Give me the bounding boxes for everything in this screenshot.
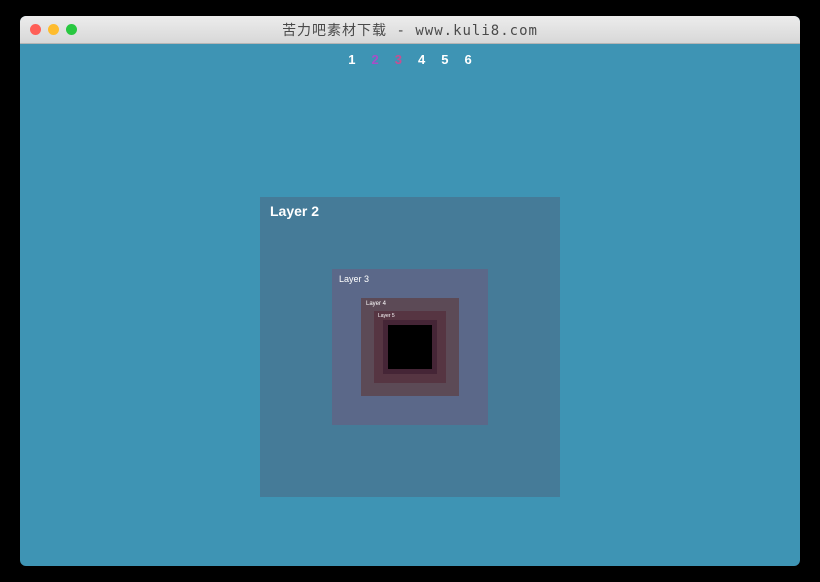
- nav-item-3[interactable]: 3: [395, 52, 402, 67]
- layer-5-label: Layer 5: [378, 313, 395, 319]
- layer-4-label: Layer 4: [366, 301, 386, 307]
- content-area: 1 2 3 4 5 6 Layer 2 Layer 3 Layer 4 Laye…: [20, 44, 800, 566]
- layer-core: [388, 325, 432, 369]
- layer-3-label: Layer 3: [339, 274, 369, 284]
- layer-2-label: Layer 2: [270, 203, 319, 219]
- nav-item-2[interactable]: 2: [372, 52, 379, 67]
- layer-nav: 1 2 3 4 5 6: [20, 52, 800, 67]
- nav-item-4[interactable]: 4: [418, 52, 425, 67]
- nav-item-5[interactable]: 5: [441, 52, 448, 67]
- window-title: 苦力吧素材下载 - www.kuli8.com: [20, 20, 800, 40]
- nav-item-6[interactable]: 6: [464, 52, 471, 67]
- app-window: 苦力吧素材下载 - www.kuli8.com 1 2 3 4 5 6 Laye…: [20, 16, 800, 566]
- zoom-icon[interactable]: [66, 24, 77, 35]
- window-controls: [30, 16, 77, 43]
- minimize-icon[interactable]: [48, 24, 59, 35]
- titlebar: 苦力吧素材下载 - www.kuli8.com: [20, 16, 800, 44]
- close-icon[interactable]: [30, 24, 41, 35]
- nav-item-1[interactable]: 1: [348, 52, 355, 67]
